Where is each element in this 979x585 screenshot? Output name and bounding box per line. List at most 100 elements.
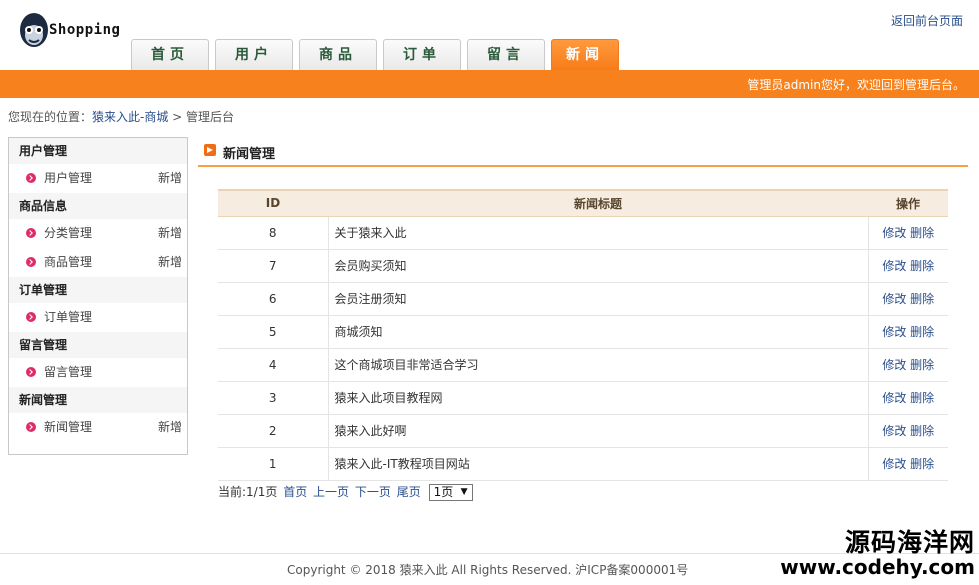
edit-link[interactable]: 修改 [882, 325, 906, 339]
prev-page-link[interactable]: 上一页 [313, 485, 349, 499]
sidebar-item-label[interactable]: 新闻管理 [44, 420, 92, 434]
edit-link[interactable]: 修改 [882, 226, 906, 240]
delete-link[interactable]: 删除 [910, 358, 934, 372]
breadcrumb-home-link[interactable]: 猿来入此-商城 [92, 110, 168, 124]
delete-link[interactable]: 删除 [910, 391, 934, 405]
add-category-link[interactable]: 新增 [158, 219, 182, 248]
cell-title: 这个商城项目非常适合学习 [328, 348, 869, 382]
edit-link[interactable]: 修改 [882, 259, 906, 273]
cell-id: 7 [218, 249, 329, 283]
chevron-right-icon [26, 422, 36, 432]
tab-news[interactable]: 新闻 [551, 39, 619, 70]
table-row: 3 猿来入此项目教程网 修改 删除 [218, 381, 948, 415]
cell-title: 会员注册须知 [328, 282, 869, 316]
tab-products[interactable]: 商品 [299, 39, 377, 70]
delete-link[interactable]: 删除 [910, 292, 934, 306]
page-select[interactable]: 1页 ▼ [428, 484, 473, 501]
logo[interactable]: Shopping [18, 10, 148, 54]
table-row: 2 猿来入此好啊 修改 删除 [218, 414, 948, 448]
sidebar: 用户管理 用户管理 新增 商品信息 分类管理 新增 商品管理 新增 订单管理 订… [8, 137, 188, 455]
monkey-icon [20, 13, 48, 47]
page-select-value: 1页 [433, 485, 454, 499]
chevron-right-icon [26, 312, 36, 322]
cell-actions: 修改 删除 [868, 315, 948, 349]
add-news-link[interactable]: 新增 [158, 413, 182, 442]
sidebar-item-label[interactable]: 留言管理 [44, 365, 92, 379]
cell-actions: 修改 删除 [868, 414, 948, 448]
cell-id: 4 [218, 348, 329, 382]
column-header-id: ID [218, 189, 328, 217]
sidebar-item-category-management[interactable]: 分类管理 新增 [9, 219, 187, 248]
table-header-row: ID 新闻标题 操作 [218, 189, 948, 217]
header: Shopping 返回前台页面 首页 用户 商品 订单 留言 新闻 [0, 0, 979, 70]
sidebar-item-message-management[interactable]: 留言管理 [9, 358, 187, 387]
sidebar-section-products: 商品信息 [9, 193, 187, 219]
news-table: ID 新闻标题 操作 8 关于猿来入此 修改 删除 7 会员购买须知 修改 删除… [218, 189, 948, 481]
column-header-action: 操作 [868, 189, 948, 217]
add-product-link[interactable]: 新增 [158, 248, 182, 277]
next-page-link[interactable]: 下一页 [355, 485, 391, 499]
delete-link[interactable]: 删除 [910, 226, 934, 240]
logo-text: Shopping [49, 22, 121, 38]
table-row: 4 这个商城项目非常适合学习 修改 删除 [218, 348, 948, 382]
edit-link[interactable]: 修改 [882, 391, 906, 405]
sidebar-item-news-management[interactable]: 新闻管理 新增 [9, 413, 187, 442]
edit-link[interactable]: 修改 [882, 292, 906, 306]
cell-id: 6 [218, 282, 329, 316]
table-row: 6 会员注册须知 修改 删除 [218, 282, 948, 316]
table-row: 5 商城须知 修改 删除 [218, 315, 948, 349]
tab-home[interactable]: 首页 [131, 39, 209, 70]
sidebar-section-news: 新闻管理 [9, 387, 187, 413]
first-page-link[interactable]: 首页 [283, 485, 307, 499]
sidebar-item-product-management[interactable]: 商品管理 新增 [9, 248, 187, 277]
sidebar-item-label[interactable]: 用户管理 [44, 171, 92, 185]
cell-actions: 修改 删除 [868, 381, 948, 415]
edit-link[interactable]: 修改 [882, 424, 906, 438]
cell-actions: 修改 删除 [868, 249, 948, 283]
edit-link[interactable]: 修改 [882, 457, 906, 471]
tab-users[interactable]: 用户 [215, 39, 293, 70]
cell-id: 5 [218, 315, 329, 349]
cell-id: 8 [218, 216, 329, 250]
column-header-title: 新闻标题 [328, 189, 868, 217]
watermark: 源码海洋网 www.codehy.com [780, 530, 975, 577]
cell-id: 3 [218, 381, 329, 415]
cell-title: 关于猿来入此 [328, 216, 869, 250]
tab-orders[interactable]: 订单 [383, 39, 461, 70]
welcome-text: 管理员admin您好，欢迎回到管理后台。 [747, 78, 965, 92]
edit-link[interactable]: 修改 [882, 358, 906, 372]
delete-link[interactable]: 删除 [910, 457, 934, 471]
sidebar-item-order-management[interactable]: 订单管理 [9, 303, 187, 332]
last-page-link[interactable]: 尾页 [397, 485, 421, 499]
cell-actions: 修改 删除 [868, 282, 948, 316]
sidebar-item-label[interactable]: 分类管理 [44, 226, 92, 240]
table-row: 7 会员购买须知 修改 删除 [218, 249, 948, 283]
chevron-right-icon [26, 173, 36, 183]
breadcrumb-prefix: 您现在的位置： [8, 110, 93, 124]
cell-actions: 修改 删除 [868, 216, 948, 250]
cell-title: 猿来入此项目教程网 [328, 381, 869, 415]
page-title: 新闻管理 [223, 147, 276, 162]
delete-link[interactable]: 删除 [910, 424, 934, 438]
chevron-right-icon [26, 257, 36, 267]
cell-title: 猿来入此-IT教程项目网站 [328, 447, 869, 481]
sidebar-item-user-management[interactable]: 用户管理 新增 [9, 164, 187, 193]
sidebar-item-label[interactable]: 订单管理 [44, 310, 92, 324]
caret-down-icon: ▼ [460, 487, 468, 497]
breadcrumb: 您现在的位置：猿来入此-商城 > 管理后台 [8, 108, 234, 125]
delete-link[interactable]: 删除 [910, 259, 934, 273]
back-to-front-link[interactable]: 返回前台页面 [891, 12, 963, 29]
table-row: 1 猿来入此-IT教程项目网站 修改 删除 [218, 447, 948, 481]
cell-id: 2 [218, 414, 329, 448]
breadcrumb-separator: > [168, 110, 187, 124]
delete-link[interactable]: 删除 [910, 325, 934, 339]
tab-messages[interactable]: 留言 [467, 39, 545, 70]
cell-actions: 修改 删除 [868, 447, 948, 481]
watermark-title: 源码海洋网 [844, 528, 975, 557]
sidebar-item-label[interactable]: 商品管理 [44, 255, 92, 269]
chevron-right-icon [26, 228, 36, 238]
sidebar-section-users: 用户管理 [9, 138, 187, 164]
add-user-link[interactable]: 新增 [158, 164, 182, 193]
sidebar-section-messages: 留言管理 [9, 332, 187, 358]
cell-id: 1 [218, 447, 329, 481]
